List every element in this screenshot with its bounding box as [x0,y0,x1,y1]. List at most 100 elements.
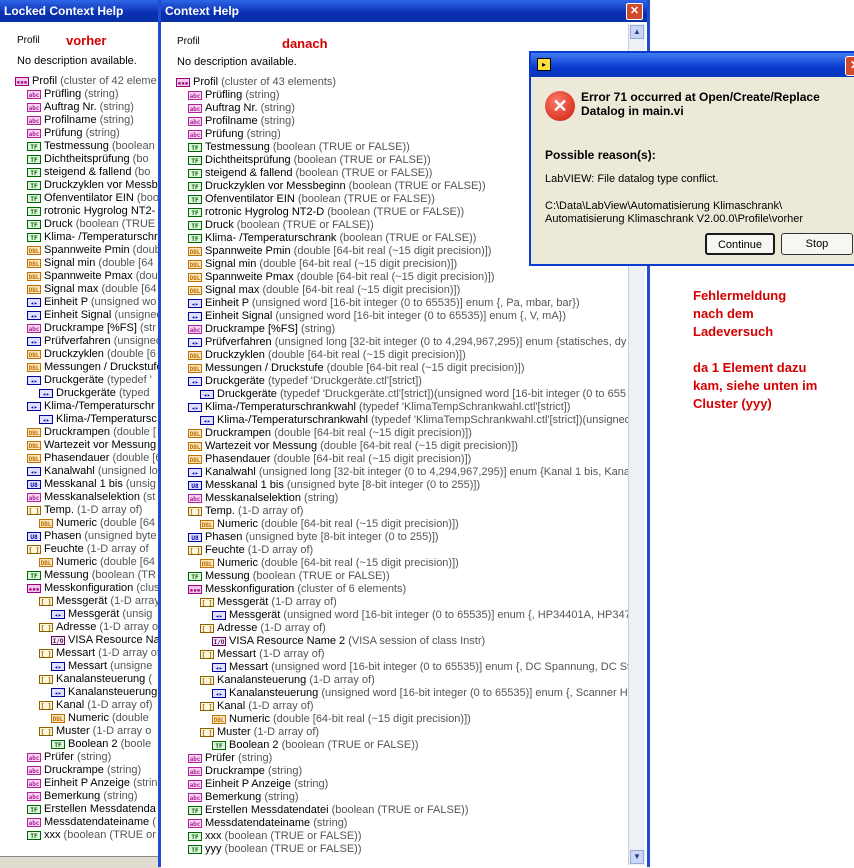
tree-row-name: Numeric [68,712,109,724]
type-bool-icon: TF [188,194,202,204]
type-dbl-icon: DBL [27,245,41,255]
scroll-down-icon[interactable]: ▼ [630,850,644,864]
tree-row-name: Druckgeräte [217,388,277,400]
tree-row-type: (boolean (TRUE or FALSE)) [345,180,486,192]
tree-row-name: Numeric [217,557,258,569]
close-icon[interactable]: ✕ [626,3,643,20]
type-bool-icon: TF [27,570,41,580]
stop-button[interactable]: Stop [781,233,853,255]
tree-row-name: Feuchte [44,543,84,555]
type-bool-icon: TF [27,232,41,242]
type-str-icon: abc [188,779,202,789]
tree-row: TF xxx (boolean (TRUE or [15,829,158,842]
tree-row-name: Signal max [205,284,260,296]
tree-row: ◂▸ Klima-/Temperaturschrankwahl (typedef … [176,414,635,427]
tree-row: ◂▸ Kanalansteuerung (unsigned word [16-bi… [176,687,635,700]
type-arr-icon: [ ] [200,649,214,659]
tree-row: [ ] Kanalansteuerung (1-D array of) [176,674,635,687]
tree-row: abc Druckrampe (string) [176,765,635,778]
type-bool-icon: TF [27,193,41,203]
tree-row-type: (double [64 [95,257,154,269]
tree-row: DBL Numeric (double [64-bit real (~15 dig… [176,557,635,570]
tree-row-type: (unsigned word [16-bit integer (0 to 655… [248,297,580,309]
type-enum-icon: ◂▸ [27,297,41,307]
tree-row: DBL Numeric (double [64 [15,556,158,569]
type-dbl-icon: DBL [188,246,202,256]
type-enum-icon: ◂▸ [188,402,202,412]
error-message: Error 71 occurred at Open/Create/Replace… [581,90,820,118]
error-close-icon[interactable]: ✕ [845,56,854,76]
tree-row-name: Kanalansteuerung [68,686,158,698]
type-str-icon: abc [27,128,41,138]
type-dbl-icon: DBL [27,453,41,463]
tree-row: TF Messung (boolean (TRUE or FALSE)) [176,570,635,583]
type-visa-icon: I/O [212,636,226,646]
type-dbl-icon: DBL [27,284,41,294]
tree-row-type: (string) [291,778,329,790]
tree-row-name: yyy [205,843,222,855]
tree-row-name: Messungen / Druckstufe [205,362,324,374]
type-enum-icon: ◂▸ [188,298,202,308]
tree-row-type: (string) [264,765,303,777]
tree-row: U8 Messkanal 1 bis (unsigned byte [8-bit … [176,479,635,492]
tree-row: ◂▸ Einheit P (unsigned wo [15,296,158,309]
possible-reasons-label: Possible reason(s): [545,148,656,162]
type-cl-icon: ▪▪▪ [176,77,190,87]
tree-row: [ ] Kanal (1-D array of) [176,700,635,713]
right-annotation: danach [282,36,328,51]
tree-row-type: (boolean (TRUE or FALSE)) [324,206,465,218]
type-enum-icon: ◂▸ [188,467,202,477]
continue-button[interactable]: Continue [705,233,775,255]
tree-row-type: (clus [133,582,158,594]
tree-row: TF yyy (boolean (TRUE or FALSE)) [176,843,635,856]
tree-row: DBL Druckzyklen (double [64-bit real (~15… [176,349,635,362]
annotation-note: Fehlermeldung nach dem Ladeversuch da 1 Ele… [693,287,817,413]
tree-row-name: Adresse [217,622,258,634]
locked-context-help-window: Locked Context Help Profil vorher No des… [0,0,158,867]
tree-row-type: (1-D array [107,595,158,607]
type-enum-icon: ◂▸ [51,661,65,671]
type-dbl-icon: DBL [188,441,202,451]
type-str-icon: abc [27,817,41,827]
tree-row-name: Spannweite Pmax [205,271,294,283]
tree-row-type: (string) [257,115,295,127]
type-bool-icon: TF [27,206,41,216]
error-title-bar[interactable]: ▸ ✕ [531,53,854,77]
type-str-icon: abc [188,493,202,503]
tree-row-type: (string) [297,323,336,335]
type-bool-icon: TF [212,740,226,750]
right-title-bar[interactable]: Context Help ✕ [161,0,647,22]
tree-row: [ ] Messart (1-D array of) [176,648,635,661]
left-no-description: No description available. [17,55,137,67]
tree-row-name: Druckgeräte [56,387,116,399]
type-str-icon: abc [188,90,202,100]
tree-row-name: Wartezeit vor Messung [205,440,318,452]
tree-row: ◂▸ Klima-/Temperaturschr [15,400,158,413]
tree-row-type: (string) [257,102,295,114]
tree-row-name: Messung [44,569,89,581]
tree-row-type: (1-D array of) [245,700,314,712]
error-icon: ✕ [545,91,575,121]
type-bool-icon: TF [188,181,202,191]
tree-row-name: xxx [205,830,222,842]
type-str-icon: abc [188,129,202,139]
tree-row-name: Dichtheitsprüfung [44,153,130,165]
tree-row-name: Messart [217,648,257,660]
left-title-bar[interactable]: Locked Context Help [0,0,158,22]
tree-row-type: (double [64-bit real (~15 digit precisio… [259,284,461,296]
tree-row: ◂▸ Einheit Signal (unsigned [15,309,158,322]
tree-row-name: Druckzyklen vor Messb [44,179,158,191]
tree-row-type: (boolean (TRUE or FALSE)) [290,154,431,166]
tree-row-name: Spannweite Pmin [205,245,291,257]
tree-row: ◂▸ Einheit Signal (unsigned word [16-bit … [176,310,635,323]
type-arr-icon: [ ] [39,726,53,736]
tree-row: ◂▸ Kanalwahl (unsigned lo [15,465,158,478]
tree-row: TF Erstellen Messdatendatei (boolean (TRU… [176,804,635,817]
tree-row-name: Phasen [44,530,82,542]
type-arr-icon: [ ] [200,597,214,607]
tree-row-name: Druckrampen [205,427,272,439]
scroll-up-icon[interactable]: ▲ [630,25,644,39]
type-dbl-icon: DBL [188,350,202,360]
type-cl-icon: ▪▪▪ [188,584,202,594]
tree-row-name: Profilname [205,115,258,127]
